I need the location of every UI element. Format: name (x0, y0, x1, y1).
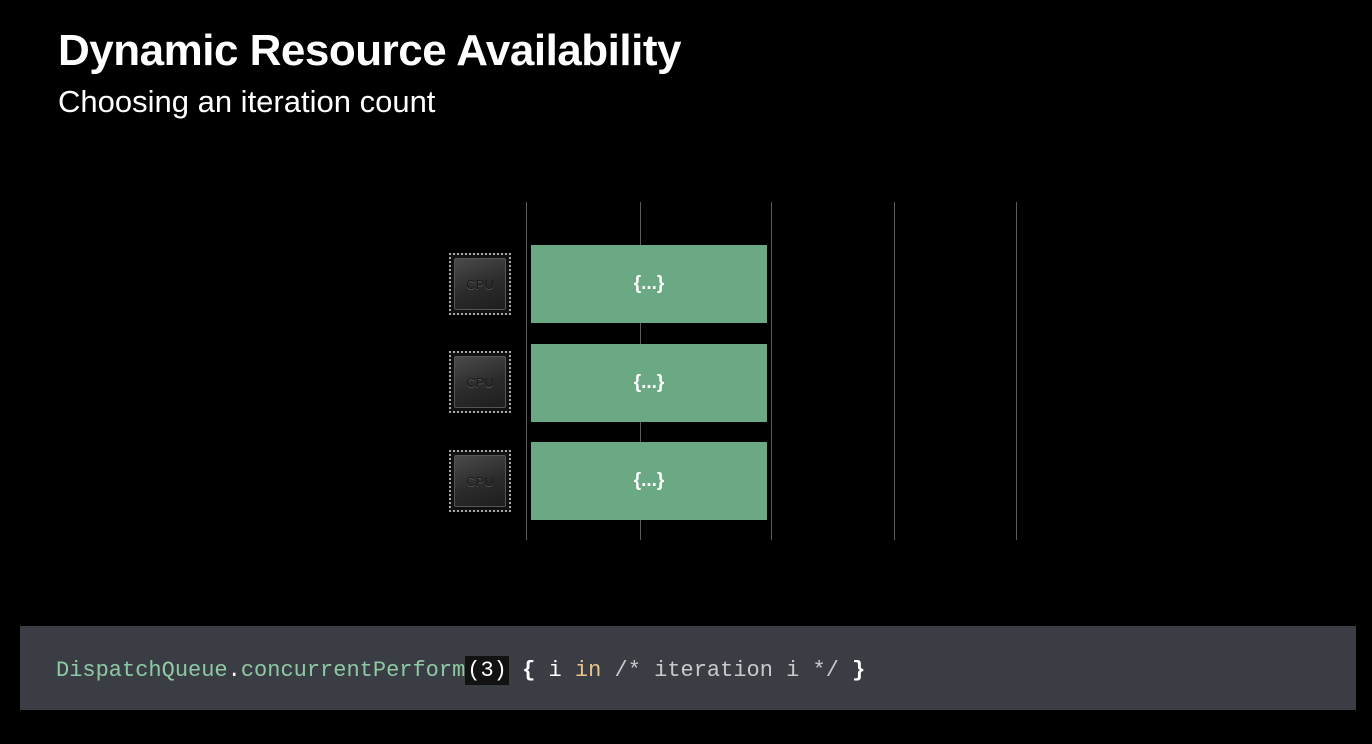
slide-title: Dynamic Resource Availability (58, 26, 681, 75)
code-keyword-in: in (574, 658, 602, 683)
code-iteration-count-highlight: (3) (465, 656, 509, 685)
code-type-name: DispatchQueue (56, 658, 228, 683)
code-comment: /* iteration i */ (601, 658, 853, 683)
code-line: DispatchQueue.concurrentPerform(3) { i i… (56, 655, 865, 687)
slide-subtitle: Choosing an iteration count (58, 84, 436, 119)
code-close-brace: } (852, 658, 866, 683)
code-open-brace: { (522, 658, 536, 683)
slide: Dynamic Resource Availability Choosing a… (0, 0, 1372, 744)
cpu-label: CPU (466, 374, 494, 390)
code-dot: . (227, 658, 241, 683)
code-closure-param: i (535, 658, 575, 683)
task-label: {...} (633, 273, 665, 294)
timeline-gridline (1016, 202, 1017, 540)
cpu-chip-icon: CPU (449, 351, 511, 413)
timeline-gridline (771, 202, 772, 540)
task-block: {...} (531, 442, 767, 520)
cpu-chip-icon: CPU (449, 450, 511, 512)
task-label: {...} (633, 470, 665, 491)
task-block: {...} (531, 245, 767, 323)
timeline-gridline (894, 202, 895, 540)
cpu-label: CPU (466, 276, 494, 292)
code-method-name: concurrentPerform (240, 658, 466, 683)
timeline-gridline (526, 202, 527, 540)
code-snippet-bar: DispatchQueue.concurrentPerform(3) { i i… (20, 626, 1356, 710)
cpu-label: CPU (466, 473, 494, 489)
cpu-chip-icon: CPU (449, 253, 511, 315)
task-block: {...} (531, 344, 767, 422)
task-label: {...} (633, 372, 665, 393)
